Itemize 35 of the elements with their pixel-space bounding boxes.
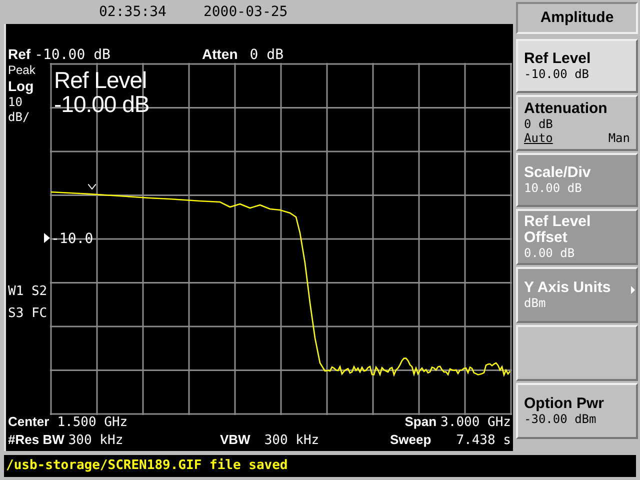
sweep-value: 7.438 s (456, 432, 511, 450)
ref-label: Ref (8, 45, 31, 64)
softkey[interactable]: Attenuation 0 dB Auto Man (516, 95, 638, 151)
scale-value: 10 (8, 95, 24, 110)
clock-date: 2000-03-25 (203, 2, 288, 22)
softkey[interactable]: Ref Level -10.00 dB (516, 39, 638, 93)
active-function-value: -10.00 dB (54, 92, 150, 116)
menu-title: Amplitude (516, 2, 638, 34)
toggle-option: Auto (524, 131, 565, 145)
trace-flag-label: W1 S2 (8, 283, 48, 301)
active-function-label: Ref Level (54, 68, 148, 92)
vbw-value: 300 kHz (264, 432, 320, 450)
trace-flag-label: S3 FC (8, 305, 48, 323)
marker-icon (88, 184, 96, 190)
toggle-option: Man (608, 131, 630, 145)
span-label: Span (404, 413, 437, 431)
scale-type: Log (8, 78, 35, 95)
atten-label: Atten (202, 45, 238, 64)
vbw-label: VBW (220, 431, 250, 449)
sweep-label: Sweep (390, 431, 432, 449)
softkey[interactable]: Option Pwr -30.00 dBm (516, 383, 638, 439)
atten-value: 0 dB (250, 46, 284, 65)
scale-unit: dB/ (8, 110, 31, 125)
display-line-arrow-icon (44, 233, 50, 243)
center-label: Center (8, 413, 50, 431)
blank-softkey[interactable] (516, 325, 638, 381)
rbw-label: #Res BW (8, 431, 64, 449)
detector-label: Peak (8, 63, 36, 78)
center-value: 1.500 GHz (57, 414, 128, 432)
ref-value: -10.00 dB (34, 46, 110, 65)
display-line-value: -10.0 (51, 230, 94, 249)
rbw-value: 300 kHz (68, 432, 124, 450)
clock-time: 02:35:34 (99, 2, 166, 22)
span-value: 3.000 GHz (440, 414, 511, 432)
submenu-arrow-icon (631, 286, 635, 294)
